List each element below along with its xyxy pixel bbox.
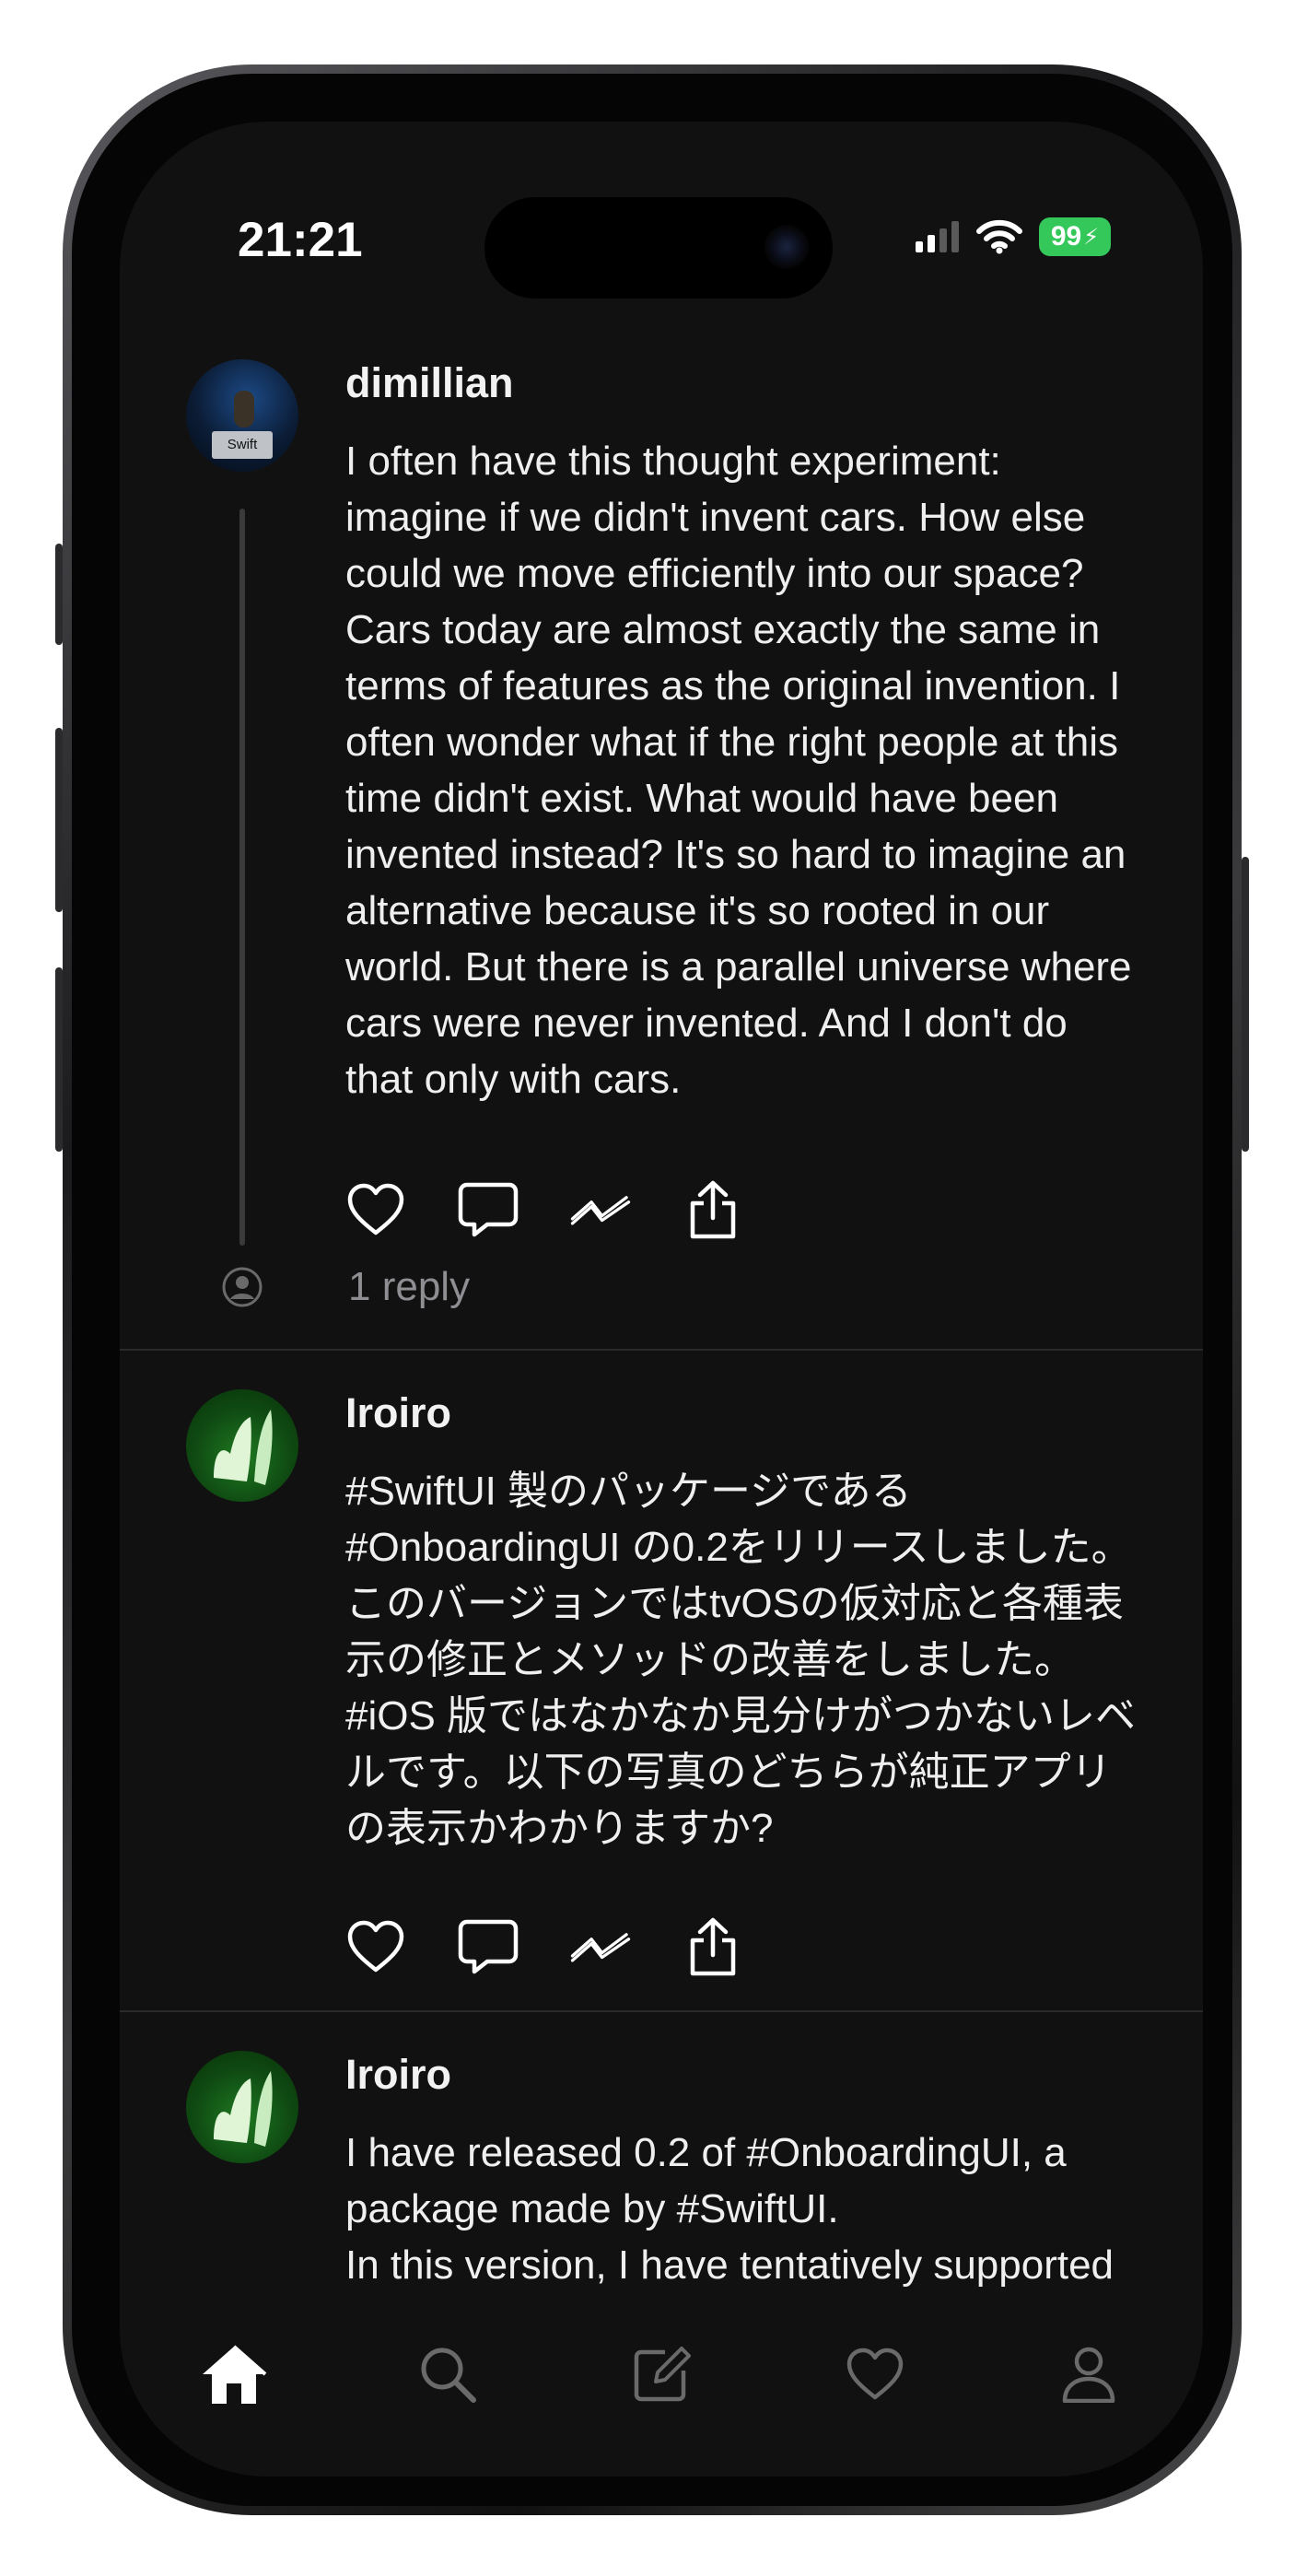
status-time: 21:21 — [238, 213, 363, 267]
zigzag-icon — [570, 1196, 631, 1225]
like-button[interactable] — [345, 1916, 406, 1977]
zigzag-icon — [570, 1933, 631, 1962]
action-button — [55, 544, 63, 645]
avatar-badge: Swift — [227, 437, 258, 452]
reply-button[interactable] — [458, 1179, 519, 1240]
charging-bolt-icon: ⚡ — [1083, 224, 1100, 250]
compose-icon — [634, 2347, 691, 2402]
heart-icon — [347, 1920, 404, 1973]
volume-down-button — [55, 967, 63, 1152]
thread-line — [239, 509, 245, 1246]
wifi-icon — [976, 219, 1022, 254]
repost-button[interactable] — [570, 1179, 631, 1240]
tab-compose[interactable] — [615, 2328, 707, 2420]
phone-frame: 21:21 99 ⚡ Swift dimillian I often have … — [55, 64, 1249, 2515]
like-button[interactable] — [345, 1179, 406, 1240]
reply-avatar-placeholder-icon — [222, 1267, 263, 1307]
tab-bar — [120, 2328, 1203, 2439]
post-text: #SwiftUI 製のパッケージである #OnboardingUI の0.2をリ… — [345, 1469, 1137, 1851]
screen: 21:21 99 ⚡ Swift dimillian I often have … — [120, 122, 1203, 2476]
post-text: I often have this thought experiment: im… — [345, 439, 1132, 1102]
avatar-iroiro[interactable] — [186, 1389, 298, 1502]
avatar-podium: Swift — [212, 431, 273, 459]
avatar-figure — [234, 391, 254, 427]
reply-button[interactable] — [458, 1916, 519, 1977]
speech-bubble-icon — [458, 1919, 519, 1974]
post-actions — [345, 1916, 743, 1977]
tab-home[interactable] — [188, 2328, 280, 2420]
dynamic-island — [484, 197, 833, 299]
share-icon — [690, 1180, 736, 1239]
volume-up-button — [55, 728, 63, 912]
search-icon — [421, 2348, 476, 2403]
battery-indicator: 99 ⚡ — [1039, 217, 1111, 256]
avatar-dimillian[interactable]: Swift — [186, 359, 298, 472]
tab-activity[interactable] — [829, 2328, 921, 2420]
tab-search[interactable] — [402, 2328, 494, 2420]
share-icon — [690, 1917, 736, 1976]
post-actions — [345, 1179, 743, 1240]
power-button — [1242, 857, 1249, 1152]
avatar-logo — [214, 1410, 273, 1485]
post-text: I have released 0.2 of #OnboardingUI, a … — [345, 2130, 1114, 2288]
cellular-signal-icon — [916, 221, 959, 252]
tab-profile[interactable] — [1043, 2328, 1135, 2420]
camera-icon — [764, 225, 809, 269]
avatar-logo — [214, 2071, 273, 2147]
activity-heart-icon — [846, 2348, 904, 2400]
replies-count[interactable]: 1 reply — [348, 1264, 470, 1310]
post-divider — [120, 1349, 1203, 1351]
repost-button[interactable] — [570, 1916, 631, 1977]
share-button[interactable] — [683, 1179, 743, 1240]
avatar-iroiro[interactable] — [186, 2051, 298, 2163]
share-button[interactable] — [683, 1916, 743, 1977]
speech-bubble-icon — [458, 1182, 519, 1237]
post-username[interactable]: Iroiro — [345, 1389, 451, 1437]
post-divider — [120, 2010, 1203, 2012]
status-icons: 99 ⚡ — [916, 214, 1111, 260]
phone-bezel: 21:21 99 ⚡ Swift dimillian I often have … — [72, 74, 1232, 2506]
heart-icon — [347, 1183, 404, 1235]
profile-icon — [1062, 2347, 1115, 2403]
home-icon — [203, 2345, 267, 2404]
post-username[interactable]: Iroiro — [345, 2051, 451, 2099]
post-username[interactable]: dimillian — [345, 359, 514, 407]
battery-level: 99 — [1050, 221, 1082, 252]
